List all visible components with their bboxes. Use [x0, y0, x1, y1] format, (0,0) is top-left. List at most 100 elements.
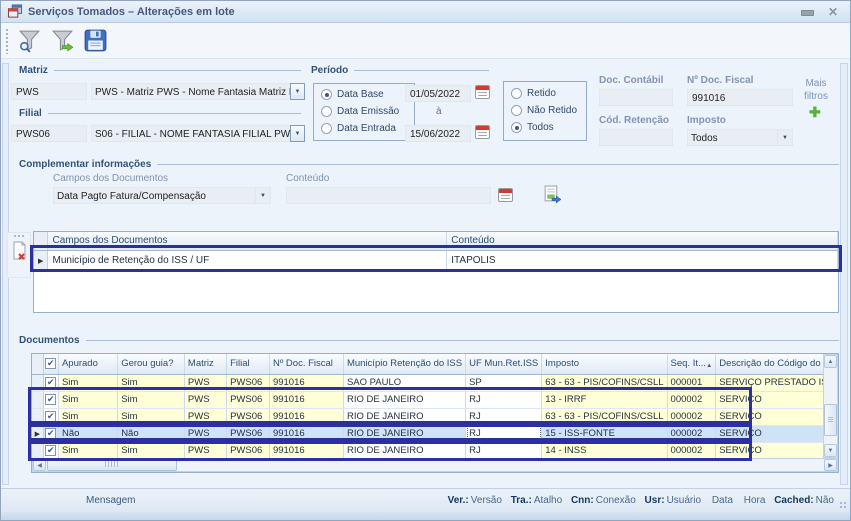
- vertical-scrollbar-thumb[interactable]: [824, 404, 837, 436]
- cell-municipio[interactable]: RIO DE JANEIRO: [343, 408, 465, 425]
- cell-descricao[interactable]: SERVICO: [716, 425, 838, 442]
- col-apurado[interactable]: Apurado: [58, 354, 117, 374]
- filter-search-button[interactable]: [13, 26, 45, 56]
- cell-apurado[interactable]: Sim: [58, 442, 117, 459]
- cell-seq[interactable]: 000001: [667, 374, 716, 391]
- chevron-down-icon[interactable]: ▼: [778, 129, 793, 146]
- add-filter-button[interactable]: ✚: [809, 105, 821, 119]
- horizontal-scrollbar[interactable]: ◀ ▶: [32, 458, 838, 472]
- chevron-down-icon[interactable]: ▼: [256, 187, 271, 204]
- calendar-icon[interactable]: [475, 85, 490, 99]
- col-conteudo-header[interactable]: Conteúdo: [447, 232, 838, 250]
- titlebar[interactable]: Serviços Tomados – Alterações em lote ✕: [1, 1, 850, 23]
- cell-imposto[interactable]: 63 - 63 - PIS/COFINS/CSLL: [542, 374, 667, 391]
- conteudo-field[interactable]: [286, 187, 491, 204]
- cell-seq[interactable]: 000002: [667, 442, 716, 459]
- cell-conteudo[interactable]: ITAPOLIS: [447, 250, 838, 270]
- table-row[interactable]: ✔ Sim Sim PWS PWS06 991016 RIO DE JANEIR…: [32, 442, 838, 459]
- scroll-down-button[interactable]: ▼: [824, 444, 837, 457]
- cell-apurado[interactable]: Sim: [58, 391, 117, 408]
- col-imposto[interactable]: Imposto: [542, 354, 667, 374]
- chevron-down-icon[interactable]: ▼: [290, 83, 305, 100]
- radio-todos[interactable]: Todos: [511, 122, 554, 133]
- cell-uf[interactable]: RJ: [466, 442, 542, 459]
- num-doc-fiscal-field[interactable]: 991016: [687, 89, 793, 106]
- cell-municipio[interactable]: SAO PAULO: [343, 374, 465, 391]
- cell-descricao[interactable]: SERVICO: [716, 408, 838, 425]
- calendar-icon[interactable]: [498, 188, 513, 202]
- cell-filial[interactable]: PWS06: [227, 374, 270, 391]
- cell-matriz[interactable]: PWS: [184, 374, 226, 391]
- radio-data-emissao[interactable]: Data Emissão: [321, 106, 399, 117]
- row-checkbox[interactable]: ✔: [45, 445, 56, 456]
- toolbar-grip[interactable]: [5, 28, 9, 54]
- resize-grip[interactable]: [839, 501, 848, 510]
- cell-municipio[interactable]: RIO DE JANEIRO: [343, 425, 465, 442]
- delete-row-button[interactable]: [10, 240, 28, 264]
- matriz-combo[interactable]: PWS - Matriz PWS - Nome Fantasia Matriz …: [91, 83, 305, 100]
- cell-municipio[interactable]: RIO DE JANEIRO: [343, 442, 465, 459]
- row-checkbox[interactable]: ✔: [45, 428, 56, 439]
- cell-uf-focused[interactable]: RJ: [466, 425, 542, 442]
- chevron-down-icon[interactable]: ▼: [290, 125, 305, 142]
- cell-gerou-guia[interactable]: Sim: [118, 391, 185, 408]
- horizontal-scrollbar-thumb[interactable]: [47, 459, 177, 471]
- cell-uf[interactable]: RJ: [466, 391, 542, 408]
- col-descricao[interactable]: Descrição do Código do F: [716, 354, 838, 374]
- minimize-button[interactable]: [801, 3, 814, 21]
- cell-gerou-guia[interactable]: Sim: [118, 442, 185, 459]
- imposto-combo[interactable]: Todos ▼: [687, 129, 793, 146]
- save-button[interactable]: [79, 26, 111, 56]
- right-splitter[interactable]: [840, 63, 848, 485]
- cell-gerou-guia[interactable]: Sim: [118, 408, 185, 425]
- cell-uf[interactable]: SP: [466, 374, 542, 391]
- cell-num-doc[interactable]: 991016: [269, 425, 343, 442]
- scroll-left-button[interactable]: ◀: [33, 459, 46, 471]
- table-row[interactable]: ✔ Sim Sim PWS PWS06 991016 RIO DE JANEIR…: [32, 408, 838, 425]
- col-uf[interactable]: UF Mun.Ret.ISS: [466, 354, 542, 374]
- cell-filial[interactable]: PWS06: [227, 442, 270, 459]
- row-checkbox[interactable]: ✔: [45, 394, 56, 405]
- close-button[interactable]: ✕: [828, 6, 838, 18]
- select-all-header[interactable]: ✔: [43, 354, 58, 374]
- cell-apurado[interactable]: Sim: [58, 408, 117, 425]
- cell-num-doc[interactable]: 991016: [269, 408, 343, 425]
- row-checkbox[interactable]: ✔: [45, 411, 56, 422]
- apply-field-button[interactable]: [542, 185, 561, 209]
- col-municipio[interactable]: Município Retenção do ISS: [343, 354, 465, 374]
- filial-combo[interactable]: S06 - FILIAL - NOME FANTASIA FILIAL PWS0…: [91, 125, 305, 142]
- cell-gerou-guia[interactable]: Sim: [118, 374, 185, 391]
- cell-imposto[interactable]: 15 - ISS-FONTE: [542, 425, 667, 442]
- scroll-up-button[interactable]: ▲: [824, 355, 837, 368]
- cell-matriz[interactable]: PWS: [184, 425, 226, 442]
- cell-imposto[interactable]: 14 - INSS: [542, 442, 667, 459]
- col-seq[interactable]: ▲Seq. It...: [667, 354, 716, 374]
- col-matriz[interactable]: Matriz: [184, 354, 226, 374]
- date-end-field[interactable]: 15/06/2022: [405, 125, 471, 142]
- cod-retencao-field[interactable]: [599, 129, 673, 146]
- doc-contabil-field[interactable]: [599, 89, 673, 106]
- cell-filial[interactable]: PWS06: [227, 425, 270, 442]
- cell-uf[interactable]: RJ: [466, 408, 542, 425]
- col-gerou-guia[interactable]: Gerou guia?: [118, 354, 185, 374]
- col-campos-header[interactable]: Campos dos Documentos: [48, 232, 447, 250]
- vertical-scrollbar-track[interactable]: [824, 368, 837, 444]
- scroll-right-button[interactable]: ▶: [824, 459, 837, 471]
- calendar-icon[interactable]: [475, 125, 490, 139]
- cell-num-doc[interactable]: 991016: [269, 391, 343, 408]
- filter-apply-button[interactable]: [46, 26, 78, 56]
- cell-municipio[interactable]: RIO DE JANEIRO: [343, 391, 465, 408]
- matriz-code-field[interactable]: PWS: [11, 83, 87, 100]
- cell-matriz[interactable]: PWS: [184, 391, 226, 408]
- cell-apurado[interactable]: Não: [58, 425, 117, 442]
- cell-apurado[interactable]: Sim: [58, 374, 117, 391]
- radio-data-entrada[interactable]: Data Entrada: [321, 123, 396, 134]
- cell-gerou-guia[interactable]: Não: [118, 425, 185, 442]
- row-checkbox[interactable]: ✔: [45, 377, 56, 388]
- vertical-scrollbar[interactable]: ▲ ▼: [823, 354, 838, 458]
- cell-descricao[interactable]: SERVICO: [716, 442, 838, 459]
- cell-seq[interactable]: 000002: [667, 391, 716, 408]
- radio-nao-retido[interactable]: Não Retido: [511, 105, 577, 116]
- checkbox-checked-icon[interactable]: ✔: [45, 358, 56, 369]
- cell-seq[interactable]: 000002: [667, 425, 716, 442]
